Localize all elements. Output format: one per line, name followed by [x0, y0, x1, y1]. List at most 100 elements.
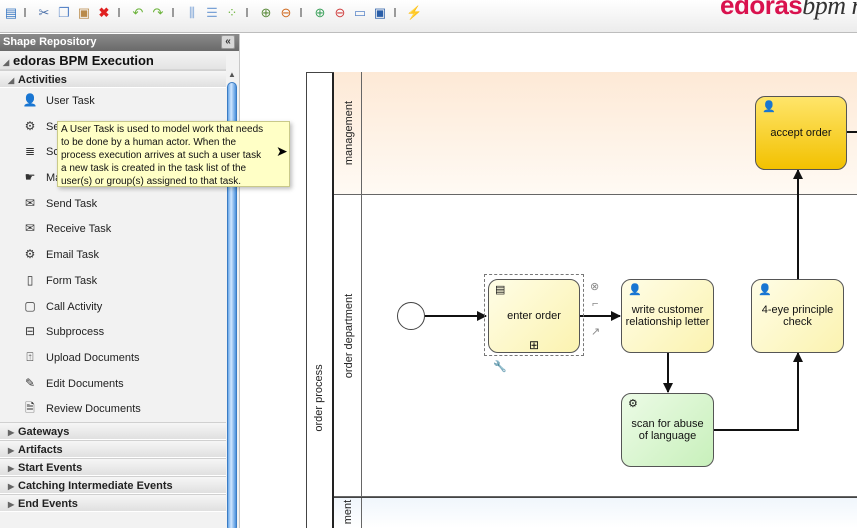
shape-form-task[interactable]: ▯ Form Task — [0, 268, 226, 294]
shape-call-activity[interactable]: ▢ Call Activity — [0, 294, 226, 320]
shape-label: Email Task — [46, 249, 99, 262]
connect-association-icon[interactable]: ↗ — [591, 325, 600, 338]
shape-label: Send Task — [46, 197, 98, 210]
tooltip-line: to be done by a human actor. When the — [61, 137, 237, 148]
shape-label: Review Documents — [46, 403, 141, 416]
shape-user-task[interactable]: 👤 User Task — [0, 88, 226, 114]
align-horizontal-icon[interactable]: ☰ — [204, 5, 220, 21]
zoom-out-icon[interactable]: ⊖ — [332, 5, 348, 21]
paste-icon[interactable]: ▣ — [76, 5, 92, 21]
redo-icon[interactable]: ↷ — [150, 5, 166, 21]
panel-header: Shape Repository « — [0, 34, 239, 51]
undo-icon[interactable]: ↶ — [130, 5, 146, 21]
toolbar-separator — [118, 8, 120, 17]
user-icon: 👤 — [758, 284, 772, 296]
task-label: write customer relationship letter — [625, 304, 710, 328]
lane-header: ment — [334, 498, 362, 528]
group-end-events[interactable]: ▶ End Events — [0, 493, 226, 512]
expanded-triangle-icon: ◢ — [3, 58, 10, 67]
group-gateways[interactable]: ▶ Gateways — [0, 421, 226, 440]
collapse-panel-button[interactable]: « — [221, 35, 235, 49]
group-label: Activities — [18, 74, 67, 86]
task-scan-abuse[interactable]: ⚙ scan for abuse of language — [621, 393, 714, 467]
cut-icon[interactable]: ✂ — [36, 5, 52, 21]
lane-partial[interactable]: ment — [334, 497, 857, 528]
envelope-filled-icon: ✉ — [24, 195, 36, 210]
group-catching-intermediate-events[interactable]: ▶ Catching Intermediate Events — [0, 475, 226, 494]
connect-flow-icon[interactable]: ⌐ — [592, 298, 598, 310]
collapsed-triangle-icon: ▶ — [8, 481, 15, 491]
group-icon[interactable]: ⁘ — [224, 5, 240, 21]
upload-document-icon: ⍐ — [26, 349, 34, 364]
group-artifacts[interactable]: ▶ Artifacts — [0, 439, 226, 458]
remove-docker-icon[interactable]: ⊖ — [278, 5, 294, 21]
shape-label: Upload Documents — [46, 351, 140, 364]
align-vertical-icon[interactable]: ⫼ — [184, 5, 200, 21]
group-label: End Events — [18, 497, 78, 510]
group-label: Gateways — [18, 425, 70, 438]
shape-subprocess[interactable]: ⊟ Subprocess — [0, 319, 226, 345]
gear-icon: ⚙ — [628, 398, 638, 410]
zoom-in-icon[interactable]: ⊕ — [312, 5, 328, 21]
form-icon: ▤ — [495, 284, 506, 296]
zoom-fit-icon[interactable]: ▣ — [372, 5, 388, 21]
zoom-standard-icon[interactable]: ▭ — [352, 5, 368, 21]
lane-header: management — [334, 72, 362, 194]
lane-label: order department — [343, 293, 355, 379]
brand-logo: edorasbpm m — [720, 0, 857, 21]
subprocess-icon: ⊟ — [24, 324, 36, 339]
shape-send-task[interactable]: ✉ Send Task — [0, 191, 226, 217]
task-4-eye-check[interactable]: 👤 4-eye principle check — [751, 279, 844, 353]
save-icon[interactable]: ▤ — [3, 5, 19, 21]
review-document-icon: 🗎 — [25, 401, 35, 416]
envelope-icon: ✉ — [24, 221, 36, 236]
toolbar-separator — [24, 8, 26, 17]
toolbar: ▤ ✂ ❐ ▣ ✖ ↶ ↷ ⫼ ☰ ⁘ ⊕ ⊖ ⊕ ⊖ ▭ ▣ ⚡ edoras… — [0, 0, 857, 33]
task-accept-order[interactable]: 👤 accept order — [755, 96, 847, 170]
user-icon: 👤 — [762, 101, 776, 113]
shape-label: Call Activity — [46, 300, 103, 313]
toolbar-separator — [172, 8, 174, 17]
shape-email-task[interactable]: ⚙ Email Task — [0, 242, 226, 268]
edit-document-icon: ✎ — [24, 375, 36, 390]
shape-label: Form Task — [46, 274, 98, 287]
add-docker-icon[interactable]: ⊕ — [258, 5, 274, 21]
shape-receive-task[interactable]: ✉ Receive Task — [0, 216, 226, 242]
user-icon: 👤 — [22, 93, 38, 107]
gear-icon: ⚙ — [24, 247, 36, 262]
expanded-triangle-icon: ◢ — [8, 76, 15, 85]
shape-edit-documents[interactable]: ✎ Edit Documents — [0, 371, 226, 397]
toolbar-separator — [300, 8, 302, 17]
lane-header: order department — [334, 195, 362, 496]
task-write-customer-letter[interactable]: 👤 write customer relationship letter — [621, 279, 714, 353]
group-start-events[interactable]: ▶ Start Events — [0, 457, 226, 476]
user-icon: 👤 — [628, 284, 642, 296]
tooltip-line: user(s) or group(s) assigned to that tas… — [61, 176, 242, 187]
shape-label: Subprocess — [46, 326, 105, 339]
stencil-set-root[interactable]: ◢ edoras BPM Execution — [0, 51, 226, 70]
shape-review-documents[interactable]: 🗎 Review Documents — [0, 396, 226, 422]
group-label: Start Events — [18, 461, 83, 474]
group-activities[interactable]: ◢ Activities — [0, 70, 226, 88]
gear-icon: ⚙ — [24, 118, 36, 133]
collapsed-triangle-icon: ▶ — [8, 463, 15, 473]
delete-icon[interactable]: ✖ — [96, 5, 112, 21]
stencil-set-label: edoras BPM Execution — [13, 53, 154, 68]
layout-icon[interactable]: ⚡ — [406, 5, 422, 21]
morph-gateway-icon[interactable]: ⊗ — [590, 280, 599, 293]
start-event[interactable] — [397, 302, 425, 330]
tooltip-line: process execution arrives at such a user… — [61, 150, 262, 161]
shape-upload-documents[interactable]: ⍐ Upload Documents — [0, 345, 226, 371]
call-activity-icon: ▢ — [24, 298, 36, 313]
copy-icon[interactable]: ❐ — [56, 5, 72, 21]
task-label: scan for abuse of language — [631, 418, 704, 442]
form-icon: ▯ — [26, 272, 34, 287]
collapsed-triangle-icon: ▶ — [8, 445, 15, 455]
task-enter-order[interactable]: ▤ enter order ⊞ — [488, 279, 580, 353]
user-task-tooltip: A User Task is used to model work that n… — [57, 121, 290, 187]
scroll-up-arrow-icon[interactable]: ▲ — [226, 70, 238, 80]
group-label: Artifacts — [18, 443, 63, 456]
lane-label: management — [343, 100, 355, 166]
wrench-icon[interactable]: 🔧 — [493, 360, 507, 373]
lane-label: ment — [342, 499, 354, 525]
